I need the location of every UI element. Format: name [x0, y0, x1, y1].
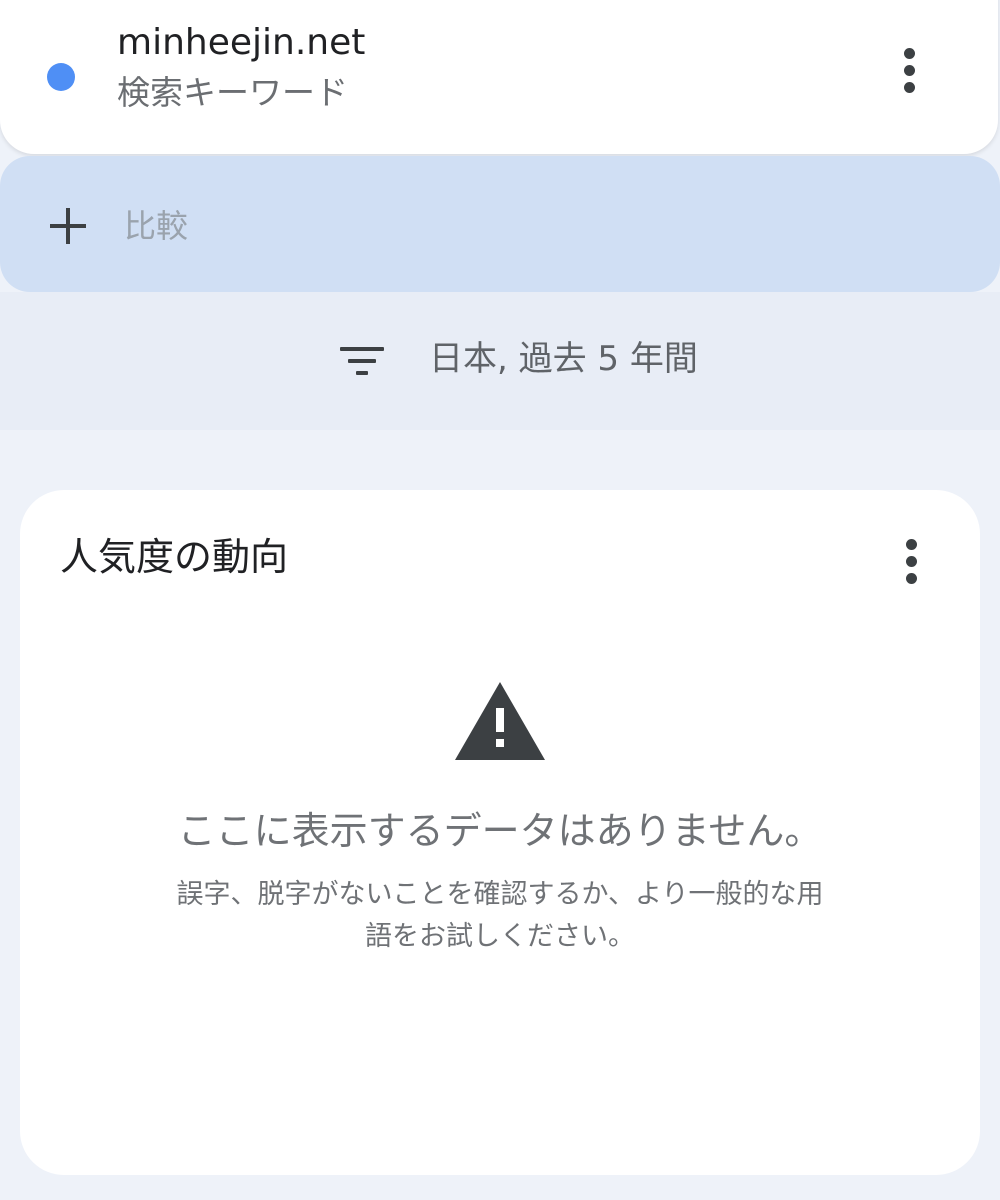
compare-button[interactable]: 比較	[0, 156, 1000, 292]
trends-screen: { "search_term": { "name": "minheejin.ne…	[0, 0, 1000, 1200]
empty-hint-line-1: 誤字、脱字がないことを確認するか、より一般的な用	[176, 879, 824, 910]
filter-button[interactable]: 日本, 過去 5 年間	[340, 338, 720, 384]
warning-icon	[455, 682, 545, 760]
empty-state-title: ここに表示するデータはありません。	[177, 809, 823, 853]
card-title: 人気度の動向	[60, 535, 289, 579]
filter-list-icon	[340, 347, 386, 377]
card-more-options-icon[interactable]	[892, 536, 932, 586]
empty-hint-line-2: 語をお試しください。	[365, 921, 635, 952]
compare-label: 比較	[124, 207, 189, 245]
more-options-icon[interactable]	[890, 45, 930, 95]
interest-over-time-card: 人気度の動向 ここに表示するデータはありません。 誤字、脱字がないことを確認する…	[20, 490, 980, 1175]
empty-state-hint: 誤字、脱字がないことを確認するか、より一般的な用 語をお試しください。	[145, 874, 855, 958]
term-color-dot	[47, 63, 75, 91]
search-term-type: 検索キーワード	[117, 73, 348, 112]
filter-label: 日本, 過去 5 年間	[429, 339, 698, 379]
search-term-card[interactable]: minheejin.net 検索キーワード	[0, 0, 998, 154]
search-term-name: minheejin.net	[117, 22, 366, 63]
plus-icon	[50, 208, 86, 244]
